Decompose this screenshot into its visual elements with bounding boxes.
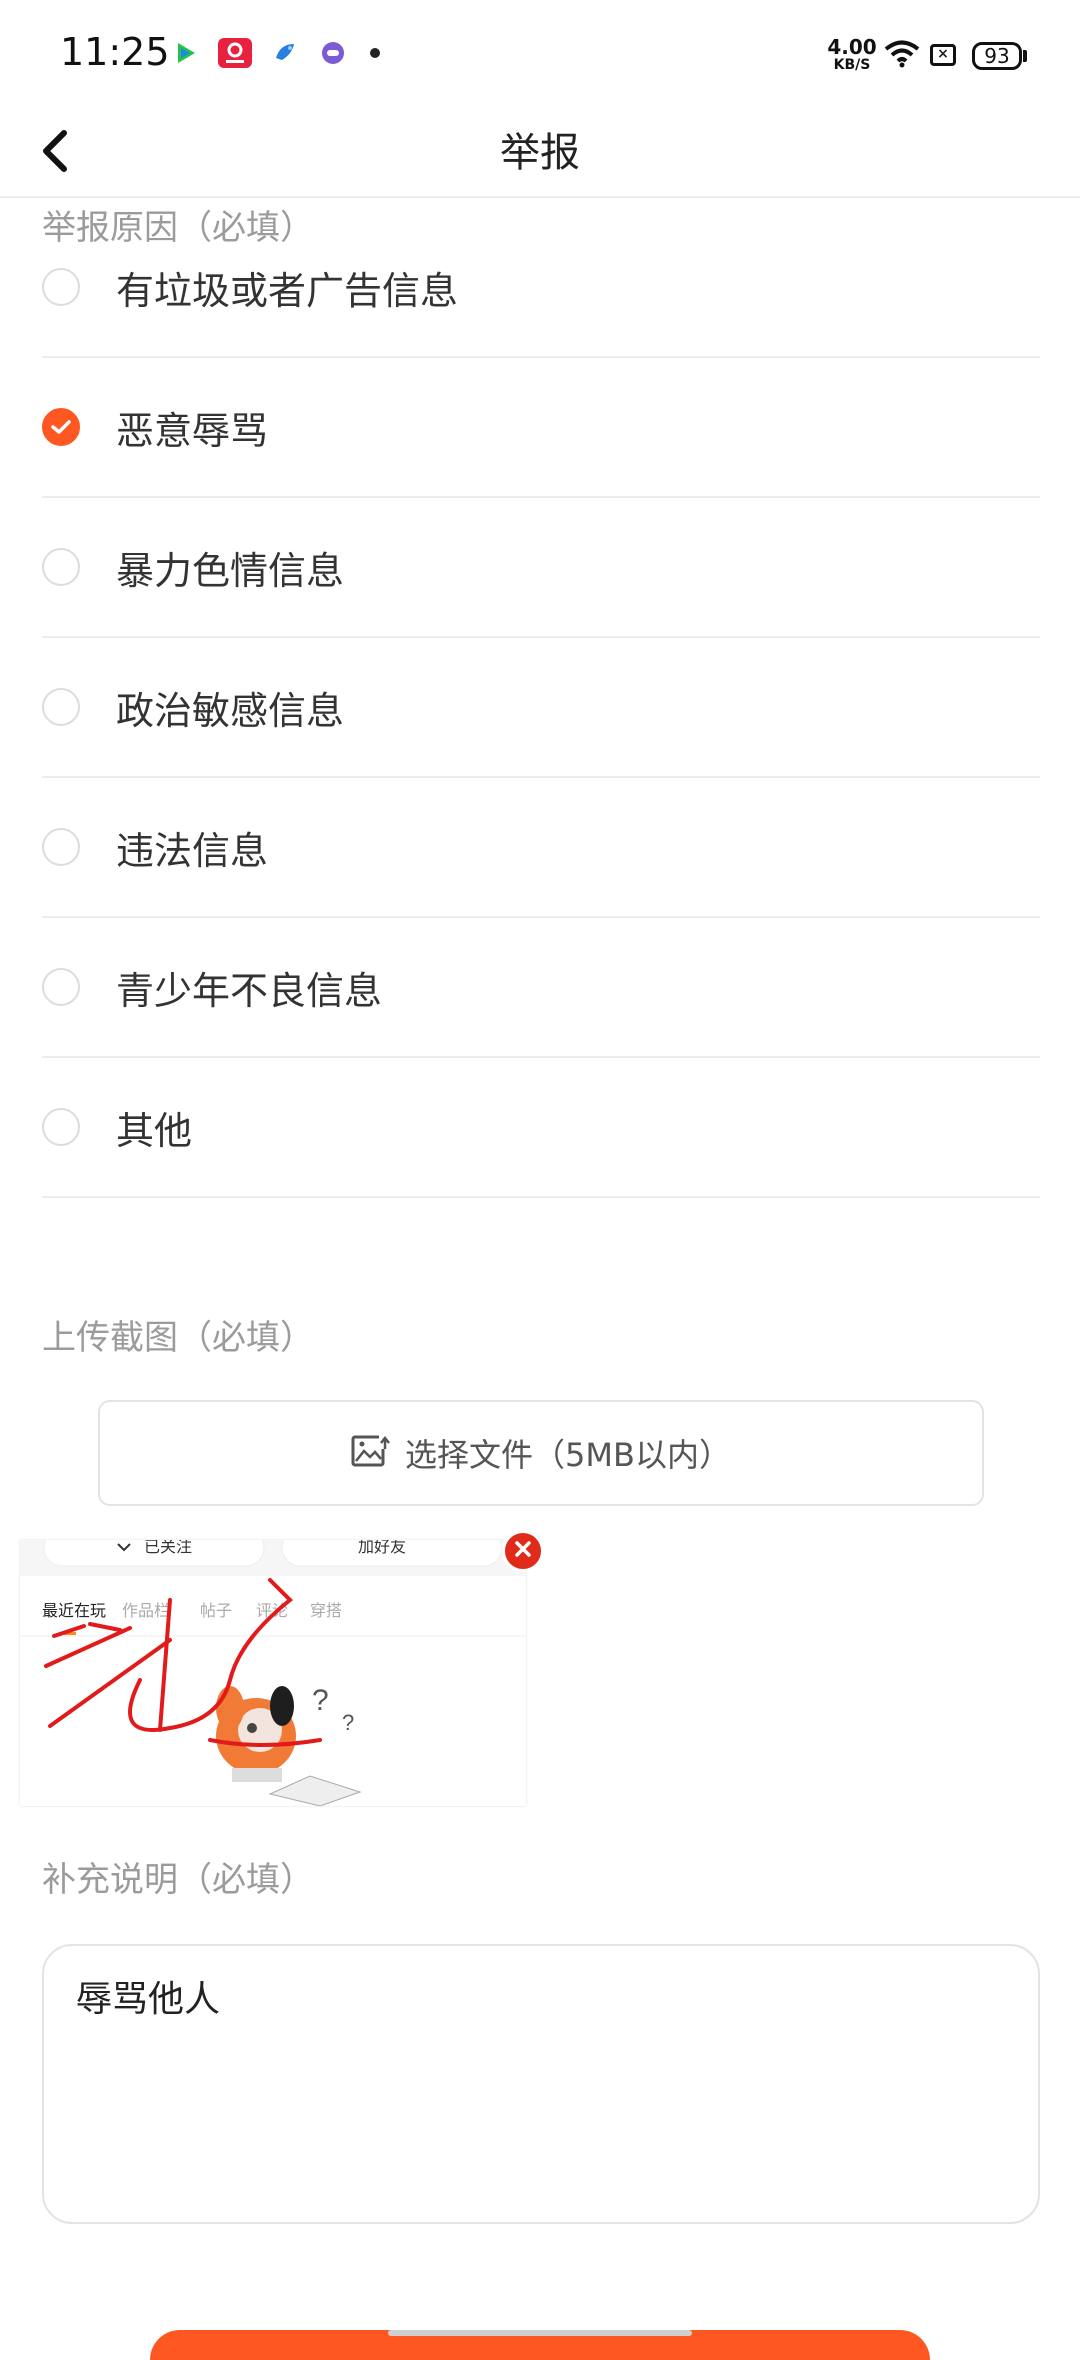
reason-option-violence[interactable]: 暴力色情信息 — [42, 498, 1040, 638]
status-bar: 11:25 4.00 KB/S × 93 — [0, 0, 1080, 110]
battery-tip — [1023, 50, 1027, 62]
radio-unchecked-icon[interactable] — [42, 688, 80, 726]
supplement-text: 辱骂他人 — [76, 1979, 221, 2020]
radio-unchecked-icon[interactable] — [42, 548, 80, 586]
uploaded-screenshot-thumbnail[interactable]: 已关注 加好友 最近在玩 作品栏 帖子 评论 穿搭 ? ? — [20, 1540, 526, 1806]
battery-level: 93 — [984, 44, 1010, 68]
report-reason-options: 有垃圾或者广告信息 恶意辱骂 暴力色情信息 政治敏感信息 违法信息 青少年不良信… — [42, 218, 1040, 1198]
more-notifications-dot — [370, 48, 380, 58]
chevron-left-icon — [40, 129, 70, 177]
wifi-icon — [884, 40, 920, 72]
reason-option-label: 有垃圾或者广告信息 — [116, 268, 459, 313]
chat-bubble-icon — [318, 38, 348, 68]
status-time: 11:25 — [60, 30, 170, 74]
network-speed: 4.00 KB/S — [822, 35, 882, 74]
reason-option-label: 政治敏感信息 — [116, 688, 345, 733]
remove-screenshot-button[interactable] — [502, 1530, 544, 1572]
reason-option-minors[interactable]: 青少年不良信息 — [42, 918, 1040, 1058]
home-indicator[interactable] — [388, 2330, 692, 2336]
image-upload-icon — [351, 1433, 392, 1473]
blue-bird-icon — [270, 38, 300, 68]
tencent-video-icon — [170, 38, 200, 68]
thumb-tab-1: 作品栏 — [122, 1602, 170, 1620]
choose-file-label: 选择文件（5MB以内） — [405, 1436, 731, 1474]
upload-screenshot-label: 上传截图（必填） — [42, 1318, 314, 1358]
reason-option-label: 青少年不良信息 — [116, 968, 383, 1013]
reason-option-label: 暴力色情信息 — [116, 548, 345, 593]
choose-file-button[interactable]: 选择文件（5MB以内） — [98, 1400, 984, 1506]
radio-unchecked-icon[interactable] — [42, 268, 80, 306]
reason-option-politics[interactable]: 政治敏感信息 — [42, 638, 1040, 778]
battery-icon: 93 — [972, 42, 1022, 70]
thumb-add-friend-label: 加好友 — [358, 1540, 406, 1556]
back-button[interactable] — [40, 110, 120, 196]
reason-option-label: 恶意辱骂 — [116, 408, 269, 453]
radio-unchecked-icon[interactable] — [42, 828, 80, 866]
network-speed-value: 4.00 — [827, 35, 877, 59]
sim-icon: × — [930, 44, 956, 66]
radio-checked-icon[interactable] — [42, 408, 80, 446]
reason-option-label: 违法信息 — [116, 828, 269, 873]
supplement-label: 补充说明（必填） — [42, 1860, 314, 1900]
supplement-textarea[interactable]: 辱骂他人 — [42, 1944, 1040, 2224]
thumb-follow-label: 已关注 — [144, 1540, 192, 1556]
thumb-tab-2: 帖子 — [200, 1602, 232, 1620]
red-app-icon — [218, 38, 252, 68]
reason-option-label: 其他 — [116, 1108, 193, 1153]
nav-bar: 举报 — [0, 110, 1080, 198]
radio-unchecked-icon[interactable] — [42, 1108, 80, 1146]
radio-unchecked-icon[interactable] — [42, 968, 80, 1006]
page-title: 举报 — [500, 130, 580, 176]
notification-icons — [170, 38, 380, 68]
reason-option-abuse[interactable]: 恶意辱骂 — [42, 358, 1040, 498]
reason-option-spam[interactable]: 有垃圾或者广告信息 — [42, 218, 1040, 358]
thumb-tab-0: 最近在玩 — [42, 1602, 106, 1620]
reason-option-other[interactable]: 其他 — [42, 1058, 1040, 1198]
thumb-tab-4: 穿搭 — [310, 1602, 342, 1620]
svg-text:?: ? — [312, 1684, 329, 1717]
reason-option-illegal[interactable]: 违法信息 — [42, 778, 1040, 918]
svg-text:?: ? — [342, 1710, 354, 1735]
close-icon — [514, 1540, 532, 1562]
